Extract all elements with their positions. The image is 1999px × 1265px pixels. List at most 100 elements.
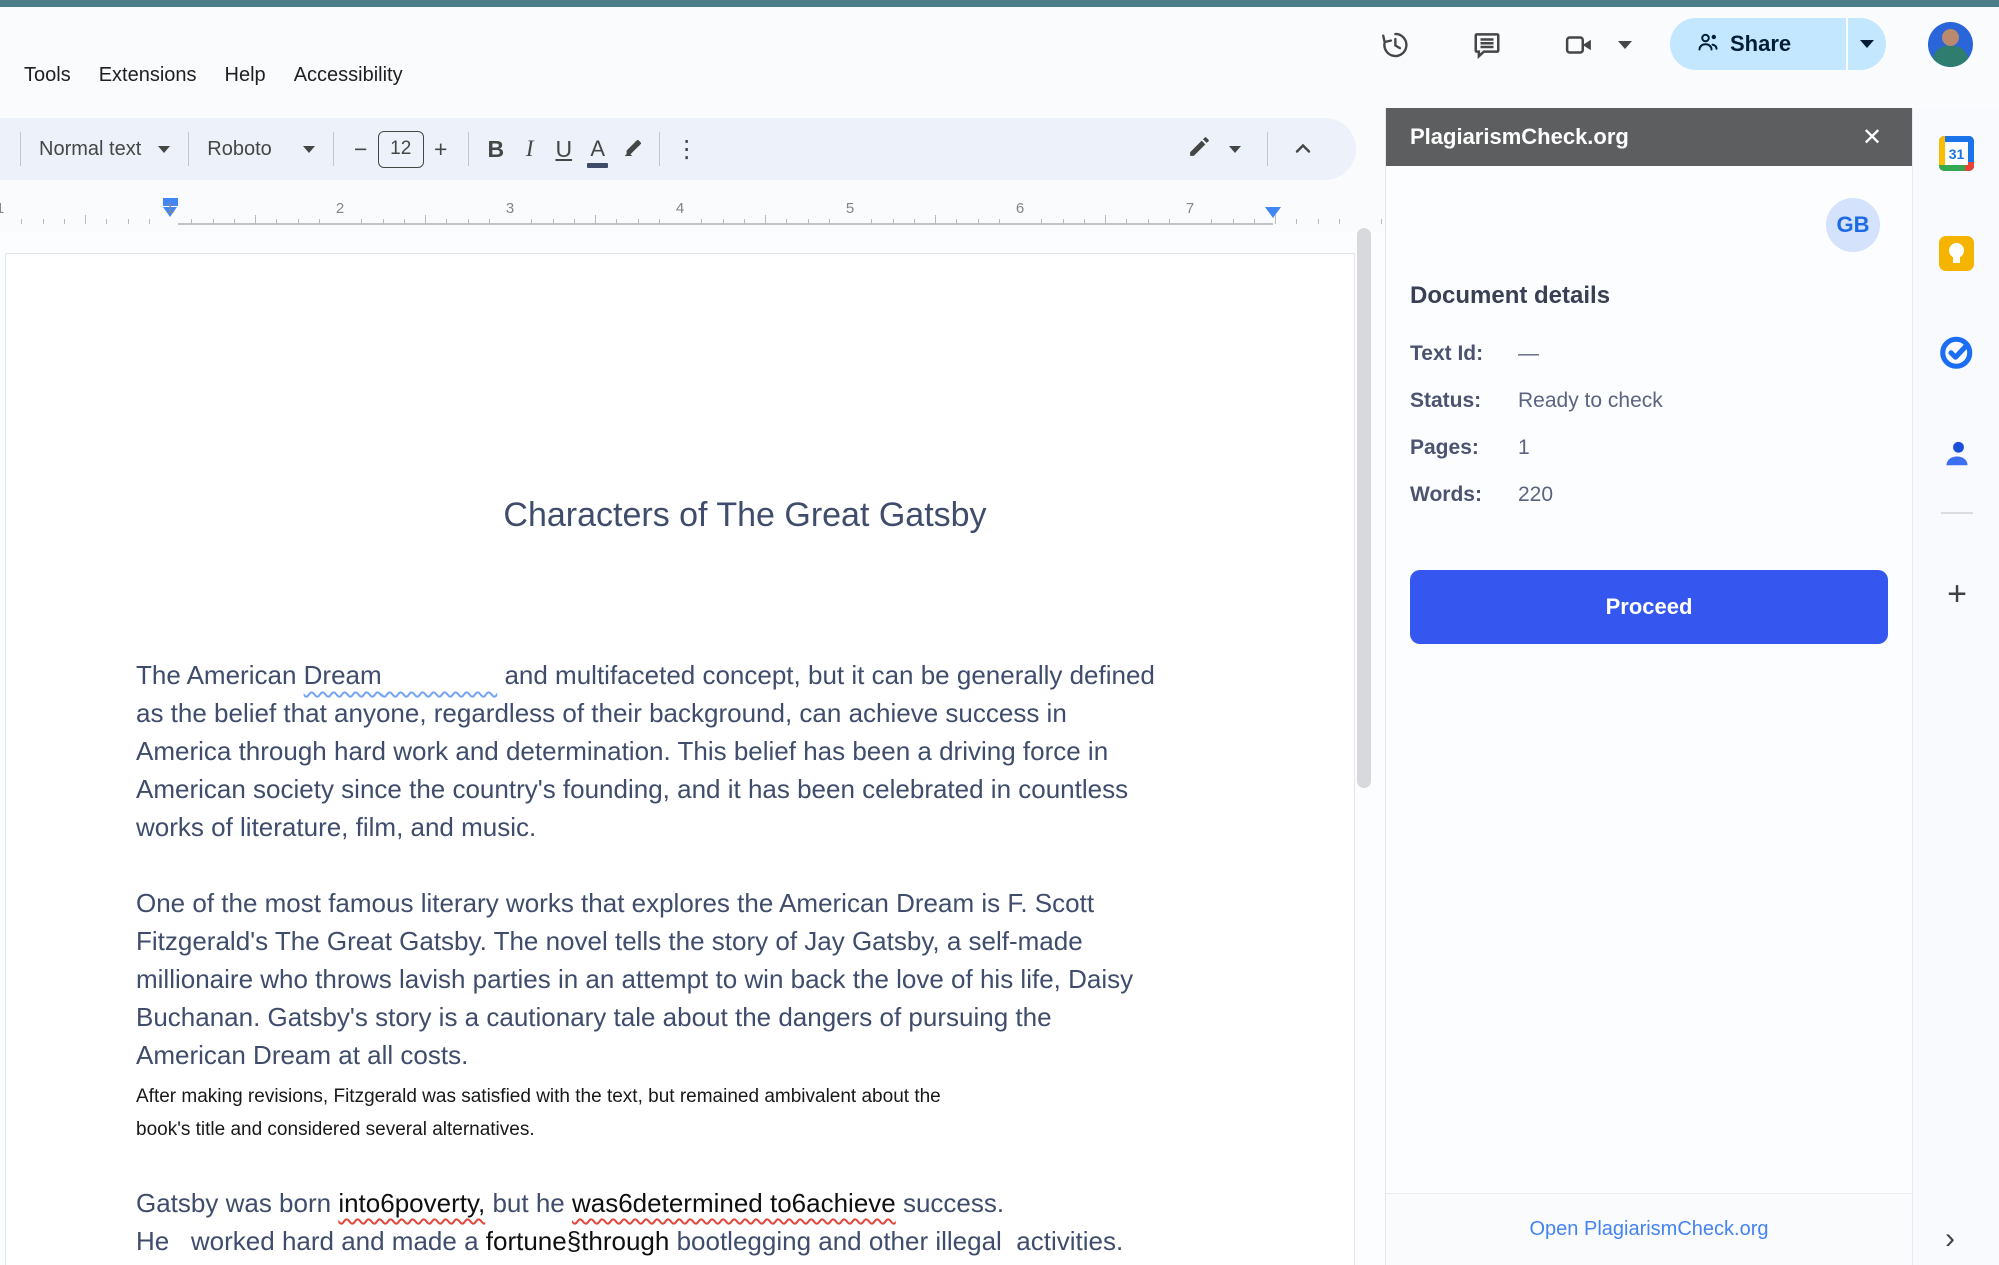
- contacts-icon[interactable]: [1939, 436, 1975, 472]
- editing-mode-icon: [1187, 134, 1212, 164]
- ruler-tick: [828, 219, 830, 224]
- ruler-tick: [488, 219, 490, 224]
- ruler-tick: [722, 219, 724, 224]
- detail-row-text-id: Text Id: —: [1410, 342, 1890, 366]
- highlight-icon[interactable]: [615, 129, 649, 169]
- text-color-button[interactable]: A: [581, 129, 615, 169]
- ruler-tick: [573, 219, 575, 224]
- menu-extensions[interactable]: Extensions: [85, 55, 211, 95]
- font-size-increase-button[interactable]: +: [424, 129, 458, 169]
- italic-button[interactable]: I: [513, 129, 547, 169]
- right-indent-marker[interactable]: [1265, 207, 1281, 218]
- ruler-tick: [531, 219, 533, 224]
- menu-accessibility[interactable]: Accessibility: [280, 55, 417, 95]
- ruler-tick: [361, 219, 363, 224]
- ruler-tick: [212, 219, 214, 224]
- ruler-tick: [148, 219, 150, 224]
- collapse-toolbar-icon[interactable]: [1286, 129, 1320, 169]
- ruler-tick: [1232, 219, 1234, 224]
- add-addon-icon[interactable]: +: [1939, 576, 1975, 612]
- ruler[interactable]: 1 1 2 3 4 5 6 7: [0, 196, 1385, 232]
- toolbar: Normal text Roboto − 12 + B I U A ⋮: [0, 118, 1356, 180]
- toolbar-overflow-button[interactable]: ⋮: [670, 129, 704, 169]
- paragraph-style-select[interactable]: Normal text: [31, 138, 178, 161]
- ruler-tick: [191, 219, 193, 224]
- meet-icon[interactable]: [1556, 22, 1602, 68]
- ruler-tick: [637, 219, 639, 224]
- vertical-scrollbar[interactable]: [1357, 228, 1371, 788]
- paragraph[interactable]: After making revisions, Fitzgerald was s…: [136, 1080, 1354, 1146]
- ruler-tick: [935, 215, 936, 224]
- paragraph[interactable]: One of the most famous literary works th…: [136, 884, 1354, 1074]
- account-avatar[interactable]: [1928, 22, 1973, 67]
- bold-button[interactable]: B: [479, 129, 513, 169]
- paragraph[interactable]: The American Dream and multifaceted conc…: [136, 656, 1354, 846]
- underline-button[interactable]: U: [547, 129, 581, 169]
- ruler-tick: [63, 219, 65, 224]
- addon-body: GB Document details Text Id: — Status: R…: [1386, 166, 1912, 1193]
- share-label: Share: [1730, 31, 1792, 56]
- ruler-tick: [595, 215, 596, 224]
- paragraph[interactable]: Gatsby was born into6poverty, but he was…: [136, 1184, 1354, 1265]
- avatar-body: [1933, 46, 1968, 67]
- ruler-tick: [552, 219, 554, 224]
- tasks-icon[interactable]: [1939, 334, 1975, 370]
- close-icon[interactable]: ✕: [1850, 108, 1894, 166]
- document-text[interactable]: Characters of The Great Gatsby The Ameri…: [136, 417, 1354, 1265]
- share-button[interactable]: Share: [1670, 18, 1886, 70]
- ruler-number: 4: [675, 200, 685, 217]
- editing-mode-select[interactable]: [1179, 134, 1249, 164]
- ruler-tick: [616, 219, 618, 224]
- chevron-down-icon: [158, 145, 171, 153]
- open-plagiarismcheck-link[interactable]: Open PlagiarismCheck.org: [1530, 1218, 1769, 1241]
- detail-value: Ready to check: [1518, 389, 1663, 412]
- document-title[interactable]: Characters of The Great Gatsby: [136, 493, 1354, 537]
- ruler-number: 7: [1185, 200, 1195, 217]
- calendar-icon[interactable]: 31: [1939, 136, 1975, 172]
- keep-icon[interactable]: [1939, 236, 1975, 272]
- ruler-tick: [1041, 219, 1043, 224]
- ruler-tick: [1253, 219, 1255, 224]
- font-size-input[interactable]: 12: [377, 130, 424, 168]
- ruler-tick: [1147, 219, 1149, 224]
- detail-row-pages: Pages: 1: [1410, 436, 1890, 460]
- meet-dropdown-icon[interactable]: [1608, 22, 1642, 68]
- comments-icon[interactable]: [1464, 22, 1510, 68]
- ruler-tick: [403, 219, 405, 224]
- ruler-tick: [658, 219, 660, 224]
- font-select[interactable]: Roboto: [199, 138, 323, 161]
- text-run: Dream: [303, 660, 382, 690]
- chevron-down-icon: [1229, 145, 1241, 153]
- addon-header: PlagiarismCheck.org ✕: [1386, 108, 1912, 166]
- font-size-decrease-button[interactable]: −: [344, 129, 378, 169]
- ruler-tick: [807, 219, 809, 224]
- text-run: Gatsby was born: [136, 1188, 339, 1218]
- menu-tools[interactable]: Tools: [10, 55, 85, 95]
- ruler-tick: [106, 219, 108, 224]
- text-run: but he: [485, 1188, 572, 1218]
- share-dropdown-icon[interactable]: [1848, 18, 1886, 70]
- detail-label: Words:: [1410, 483, 1482, 506]
- side-panel-collapse-icon[interactable]: ›: [1945, 1222, 1955, 1256]
- ruler-tick: [127, 219, 129, 224]
- chevron-down-icon: [302, 145, 315, 153]
- version-history-icon[interactable]: [1372, 22, 1418, 68]
- document-page[interactable]: Characters of The Great Gatsby The Ameri…: [5, 253, 1355, 1265]
- proceed-button[interactable]: Proceed: [1410, 570, 1888, 644]
- ruler-tick: [318, 219, 320, 224]
- ruler-tick: [1062, 219, 1064, 224]
- ruler-tick: [1168, 219, 1170, 224]
- text-run: One of the most famous literary works th…: [136, 888, 1134, 1070]
- text-run: into6poverty,: [338, 1188, 486, 1218]
- ruler-tick: [701, 219, 703, 224]
- detail-value: 1: [1518, 436, 1530, 459]
- detail-value: 220: [1518, 483, 1554, 506]
- calendar-day: 31: [1945, 142, 1968, 165]
- avatar: GB: [1826, 198, 1880, 252]
- detail-label: Status:: [1410, 389, 1482, 412]
- ruler-tick: [892, 219, 894, 224]
- text-run: After making revisions, Fitzgerald was s…: [136, 1086, 941, 1140]
- ruler-tick: [1275, 215, 1276, 224]
- menu-help[interactable]: Help: [211, 55, 280, 95]
- ruler-tick: [467, 219, 469, 224]
